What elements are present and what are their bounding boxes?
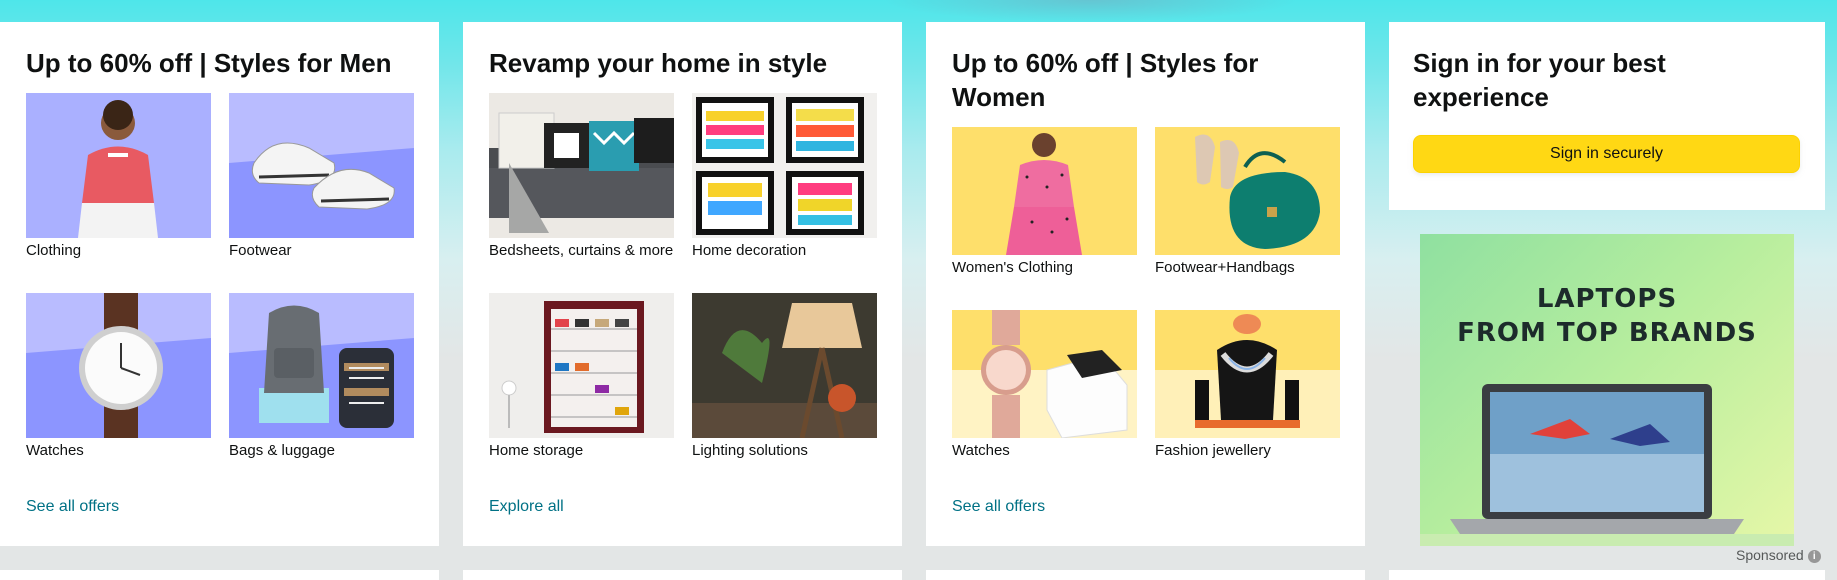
- watch-image[interactable]: [26, 293, 211, 438]
- laptop-image: [1420, 384, 1794, 546]
- womens-clothing-image[interactable]: [952, 127, 1137, 255]
- card-men-styles: Up to 60% off | Styles for Men Clothing: [0, 22, 439, 546]
- card-title: Up to 60% off | Styles for Women: [952, 48, 1259, 112]
- footwear-image[interactable]: [229, 93, 414, 238]
- home-storage-image[interactable]: [489, 293, 674, 438]
- tile-label: Fashion jewellery: [1155, 442, 1271, 459]
- fashion-jewellery-image[interactable]: [1155, 310, 1340, 438]
- clothing-image[interactable]: [26, 93, 211, 238]
- tile-home-storage[interactable]: Home storage: [489, 293, 674, 462]
- bedsheets-image[interactable]: [489, 93, 674, 238]
- signin-title: Sign in for your best experience: [1413, 48, 1666, 112]
- tile-lighting[interactable]: Lighting solutions: [692, 293, 877, 462]
- see-all-offers-link[interactable]: See all offers: [26, 498, 119, 516]
- footwear-handbags-image[interactable]: [1155, 127, 1340, 255]
- home-decoration-image[interactable]: [692, 93, 877, 238]
- tile-label: Clothing: [26, 242, 82, 259]
- tile-clothing[interactable]: Clothing: [26, 93, 211, 262]
- tile-womens-clothing[interactable]: Women's Clothing: [952, 127, 1137, 279]
- tile-watches[interactable]: Watches: [26, 293, 211, 462]
- next-row-card: [0, 570, 439, 580]
- sponsored-text: Sponsored: [1736, 547, 1804, 563]
- next-row-card: [463, 570, 902, 580]
- next-row-card: [926, 570, 1365, 580]
- card-home-style: Revamp your home in style Bedsheets, cur…: [463, 22, 902, 546]
- tile-women-watches[interactable]: Watches: [952, 310, 1137, 462]
- card-women-styles: Up to 60% off | Styles for Women Women's…: [926, 22, 1365, 546]
- tile-label: Bags & luggage: [229, 442, 335, 459]
- hero-banner-art: [880, 0, 1300, 22]
- tile-label: Lighting solutions: [692, 442, 808, 459]
- tile-fashion-jewellery[interactable]: Fashion jewellery: [1155, 310, 1340, 462]
- tile-label: Home storage: [489, 442, 584, 459]
- tile-label: Women's Clothing: [952, 259, 1073, 276]
- explore-all-link[interactable]: Explore all: [489, 498, 564, 516]
- tile-label: Footwear: [229, 242, 292, 259]
- tile-home-decoration[interactable]: Home decoration: [692, 93, 877, 262]
- card-signin: Sign in for your best experience Sign in…: [1389, 22, 1825, 210]
- tile-label: Footwear+Handbags: [1155, 259, 1295, 276]
- tile-label: Watches: [26, 442, 84, 459]
- tile-footwear-handbags[interactable]: Footwear+Handbags: [1155, 127, 1340, 279]
- tile-bedsheets[interactable]: Bedsheets, curtains & more: [489, 93, 674, 262]
- info-icon[interactable]: i: [1807, 549, 1821, 563]
- sign-in-securely-button[interactable]: Sign in securely: [1413, 135, 1800, 173]
- next-row-card: [1389, 570, 1825, 580]
- tile-footwear[interactable]: Footwear: [229, 93, 414, 262]
- sponsored-ad-laptops[interactable]: LAPTOPS FROM TOP BRANDS: [1420, 234, 1794, 546]
- lighting-image[interactable]: [692, 293, 877, 438]
- tile-bags-luggage[interactable]: Bags & luggage: [229, 293, 414, 462]
- card-title: Revamp your home in style: [489, 48, 828, 78]
- card-title: Up to 60% off | Styles for Men: [26, 48, 392, 78]
- tile-label: Home decoration: [692, 242, 807, 259]
- tile-label: Watches: [952, 442, 1010, 459]
- bags-image[interactable]: [229, 293, 414, 438]
- sponsored-label[interactable]: Sponsored i: [1736, 547, 1821, 563]
- see-all-offers-link[interactable]: See all offers: [952, 498, 1045, 516]
- tile-label: Bedsheets, curtains & more: [489, 242, 674, 259]
- women-watches-image[interactable]: [952, 310, 1137, 438]
